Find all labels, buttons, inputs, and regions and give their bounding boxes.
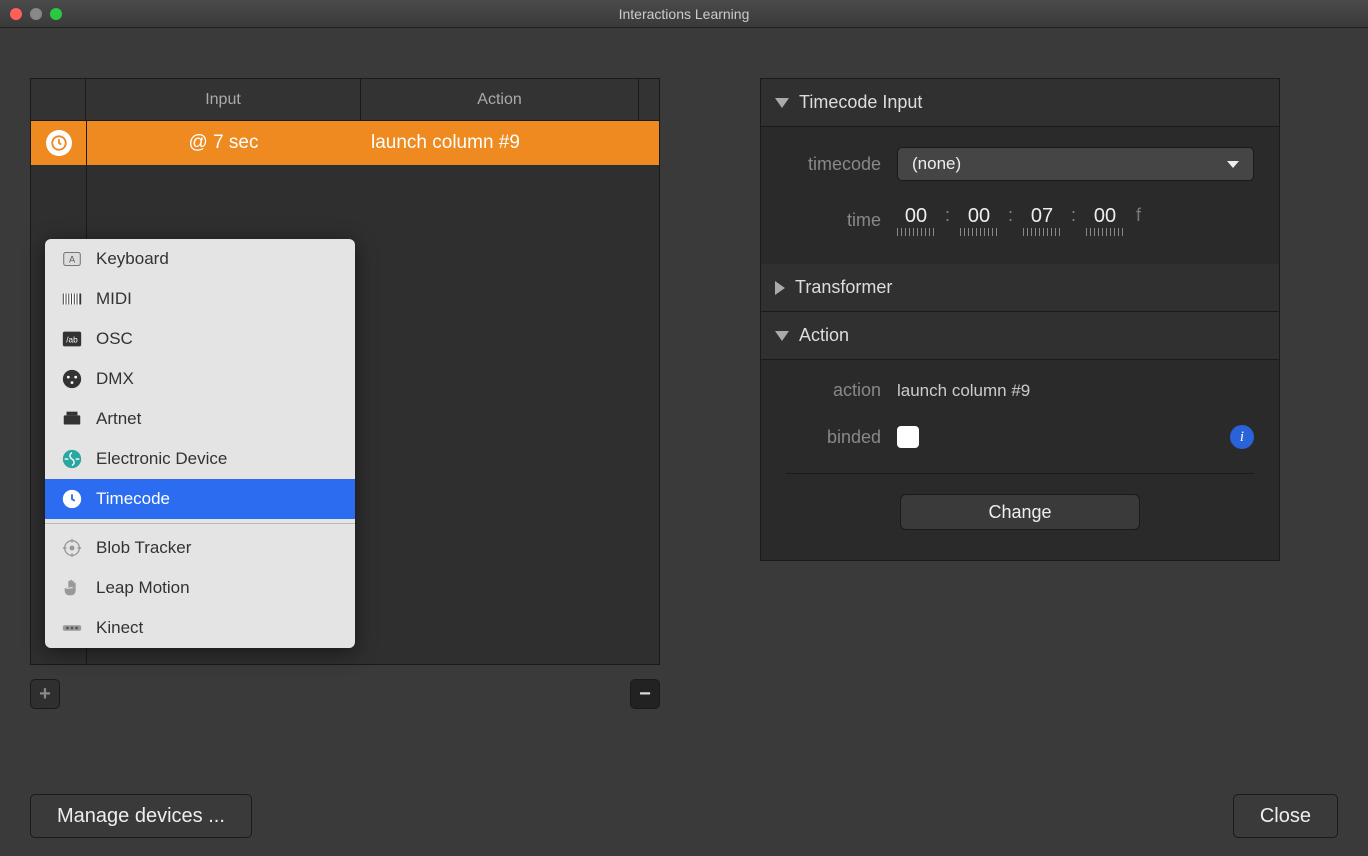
popup-item-timecode[interactable]: Timecode: [45, 479, 355, 519]
popup-item-kinect[interactable]: Kinect: [45, 608, 355, 648]
inspector-panel: Timecode Input timecode (none) time 00 :…: [760, 78, 1280, 561]
maximize-window-icon[interactable]: [50, 8, 62, 20]
change-button[interactable]: Change: [900, 494, 1140, 530]
leap-motion-icon: [60, 576, 84, 600]
manage-devices-button[interactable]: Manage devices ...: [30, 794, 252, 838]
window-title: Interactions Learning: [619, 6, 750, 22]
table-row[interactable]: @ 7 sec launch column #9: [31, 121, 659, 165]
close-window-icon[interactable]: [10, 8, 22, 20]
popup-label: Timecode: [96, 489, 170, 509]
traffic-lights: [10, 8, 62, 20]
minus-icon: −: [639, 683, 651, 706]
clock-icon: [46, 130, 72, 156]
section-title: Timecode Input: [799, 92, 922, 113]
time-frames: 00: [1094, 205, 1116, 228]
info-icon[interactable]: i: [1230, 425, 1254, 449]
titlebar: Interactions Learning: [0, 0, 1368, 28]
minimize-window-icon[interactable]: [30, 8, 42, 20]
time-input[interactable]: 00 : 00 : 07 : 00 f: [897, 205, 1141, 236]
electronic-device-icon: [60, 447, 84, 471]
popup-label: Electronic Device: [96, 449, 227, 469]
add-button[interactable]: +: [30, 679, 60, 709]
input-type-popup: A Keyboard MIDI /ab OSC DMX Artnet Elect…: [45, 239, 355, 648]
blob-tracker-icon: [60, 536, 84, 560]
osc-icon: /ab: [60, 327, 84, 351]
popup-item-midi[interactable]: MIDI: [45, 279, 355, 319]
section-transformer[interactable]: Transformer: [761, 264, 1279, 312]
plus-icon: +: [39, 683, 51, 706]
popup-item-dmx[interactable]: DMX: [45, 359, 355, 399]
remove-button[interactable]: −: [630, 679, 660, 709]
close-button[interactable]: Close: [1233, 794, 1338, 838]
section-action[interactable]: Action: [761, 312, 1279, 360]
timecode-select[interactable]: (none): [897, 147, 1254, 181]
row-input: @ 7 sec: [86, 132, 361, 154]
binded-checkbox[interactable]: [897, 426, 919, 448]
keyboard-icon: A: [60, 247, 84, 271]
popup-label: Leap Motion: [96, 578, 190, 598]
th-icon: [31, 79, 86, 120]
popup-item-leap[interactable]: Leap Motion: [45, 568, 355, 608]
th-input: Input: [86, 79, 361, 120]
clock-icon: [60, 487, 84, 511]
section-title: Transformer: [795, 277, 892, 298]
popup-item-artnet[interactable]: Artnet: [45, 399, 355, 439]
binded-label: binded: [786, 427, 881, 448]
midi-icon: [60, 287, 84, 311]
dmx-icon: [60, 367, 84, 391]
popup-label: Blob Tracker: [96, 538, 191, 558]
chevron-right-icon: [775, 281, 785, 295]
section-timecode-input[interactable]: Timecode Input: [761, 79, 1279, 127]
time-seconds: 07: [1031, 205, 1053, 228]
section-title: Action: [799, 325, 849, 346]
action-label: action: [786, 380, 881, 401]
popup-label: Kinect: [96, 618, 143, 638]
artnet-icon: [60, 407, 84, 431]
row-action: launch column #9: [361, 132, 659, 154]
kinect-icon: [60, 616, 84, 640]
svg-text:A: A: [69, 255, 76, 265]
chevron-down-icon: [1227, 161, 1239, 168]
popup-label: MIDI: [96, 289, 132, 309]
chevron-down-icon: [775, 98, 789, 108]
time-label: time: [786, 210, 881, 231]
popup-item-blob[interactable]: Blob Tracker: [45, 528, 355, 568]
time-minutes: 00: [968, 205, 990, 228]
popup-item-osc[interactable]: /ab OSC: [45, 319, 355, 359]
th-extra: [639, 79, 659, 120]
popup-label: Artnet: [96, 409, 141, 429]
popup-item-keyboard[interactable]: A Keyboard: [45, 239, 355, 279]
popup-label: DMX: [96, 369, 134, 389]
popup-label: Keyboard: [96, 249, 169, 269]
th-action: Action: [361, 79, 639, 120]
timecode-label: timecode: [786, 154, 881, 175]
popup-item-electronic[interactable]: Electronic Device: [45, 439, 355, 479]
chevron-down-icon: [775, 331, 789, 341]
popup-label: OSC: [96, 329, 133, 349]
time-hours: 00: [905, 205, 927, 228]
select-value: (none): [912, 154, 961, 174]
svg-text:/ab: /ab: [66, 336, 78, 345]
action-value: launch column #9: [897, 381, 1030, 401]
